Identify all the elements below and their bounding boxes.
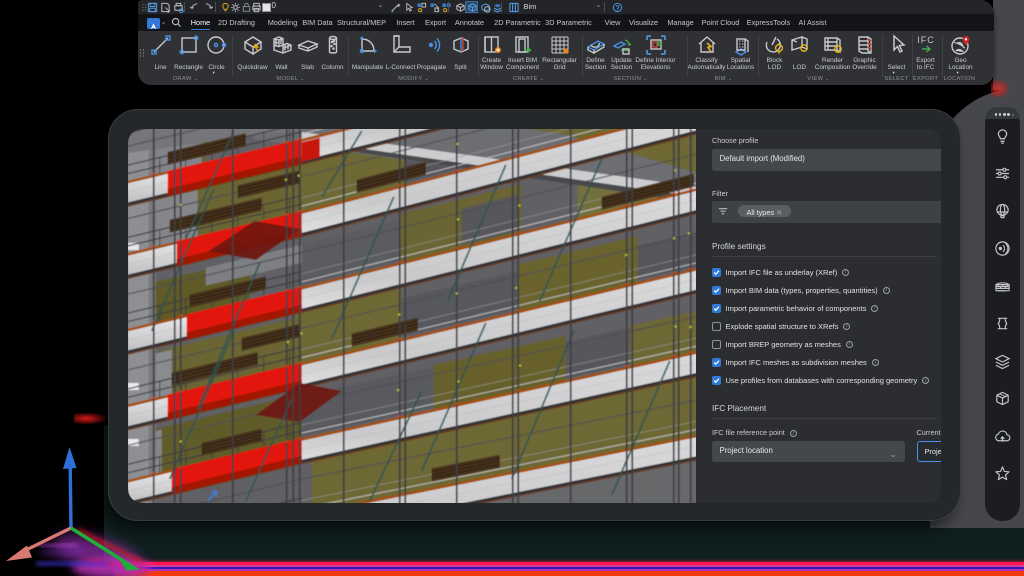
svg-text:IFC: IFC <box>917 35 935 45</box>
